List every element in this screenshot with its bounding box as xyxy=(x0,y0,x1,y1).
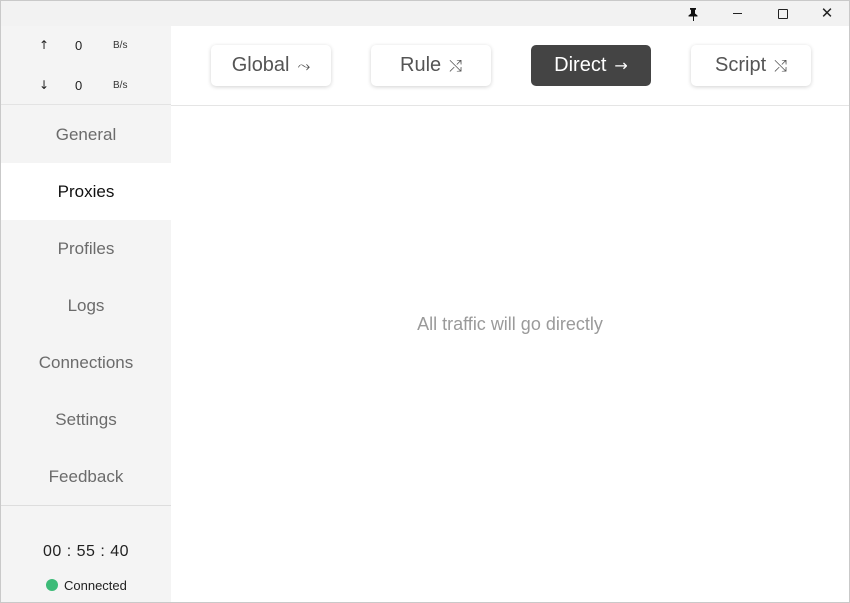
sidebar-item-connections[interactable]: Connections xyxy=(1,334,171,391)
sidebar-item-proxies[interactable]: Proxies xyxy=(1,163,171,220)
empty-state-message: All traffic will go directly xyxy=(417,314,603,334)
mode-label: Global xyxy=(231,54,290,76)
sidebar: ↑ 0 B/s ↓ 0 B/s General Proxies Profiles… xyxy=(1,26,171,602)
upload-value: 0 xyxy=(75,38,83,53)
upload-unit: B/s xyxy=(113,40,128,51)
download-speed: ↓ 0 B/s xyxy=(1,76,171,96)
mode-direct-button[interactable]: Direct → xyxy=(531,45,651,86)
status-label: Connected xyxy=(64,577,127,593)
minimize-button[interactable] xyxy=(715,1,759,26)
sidebar-item-profiles[interactable]: Profiles xyxy=(1,220,171,277)
connection-footer: 00 : 55 : 40 Connected xyxy=(1,505,171,602)
mode-rule-button[interactable]: Rule ⤭ xyxy=(371,45,491,86)
pin-icon[interactable] xyxy=(671,1,715,26)
traffic-monitor: ↑ 0 B/s ↓ 0 B/s xyxy=(1,26,171,105)
upload-speed: ↑ 0 B/s xyxy=(1,36,171,56)
download-unit: B/s xyxy=(113,80,128,91)
mode-label: Rule xyxy=(400,54,442,76)
mode-selector: Global ⤳ Rule ⤭ Direct → Script ⤭ xyxy=(171,26,849,106)
sidebar-item-feedback[interactable]: Feedback xyxy=(1,448,171,505)
shuffle-arrow-icon: ⤳ xyxy=(297,55,311,75)
uptime-timer: 00 : 55 : 40 xyxy=(42,543,130,560)
proxies-content: All traffic will go directly xyxy=(171,106,849,602)
mode-global-button[interactable]: Global ⤳ xyxy=(211,45,331,86)
split-arrow-icon: ⤭ xyxy=(774,55,787,75)
maximize-icon xyxy=(778,8,788,19)
sidebar-item-settings[interactable]: Settings xyxy=(1,391,171,448)
maximize-button[interactable] xyxy=(761,1,805,26)
mode-script-button[interactable]: Script ⤭ xyxy=(691,45,811,86)
download-value: 0 xyxy=(75,78,83,93)
app-window: ✕ ↑ 0 B/s ↓ 0 B/s General Proxies Profil… xyxy=(0,0,850,603)
mode-label: Direct xyxy=(554,54,607,76)
sidebar-item-logs[interactable]: Logs xyxy=(1,277,171,334)
status-dot-icon xyxy=(46,579,58,591)
right-arrow-icon: → xyxy=(614,56,628,75)
mode-label: Script xyxy=(715,54,767,76)
sidebar-item-general[interactable]: General xyxy=(1,106,171,163)
close-icon: ✕ xyxy=(820,4,834,22)
split-arrow-icon: ⤭ xyxy=(449,55,462,75)
upload-arrow-icon: ↑ xyxy=(39,38,50,52)
connection-status: Connected xyxy=(46,577,127,593)
minimize-icon xyxy=(732,13,742,14)
title-bar: ✕ xyxy=(1,1,849,26)
close-button[interactable]: ✕ xyxy=(805,1,849,26)
download-arrow-icon: ↓ xyxy=(39,78,50,92)
